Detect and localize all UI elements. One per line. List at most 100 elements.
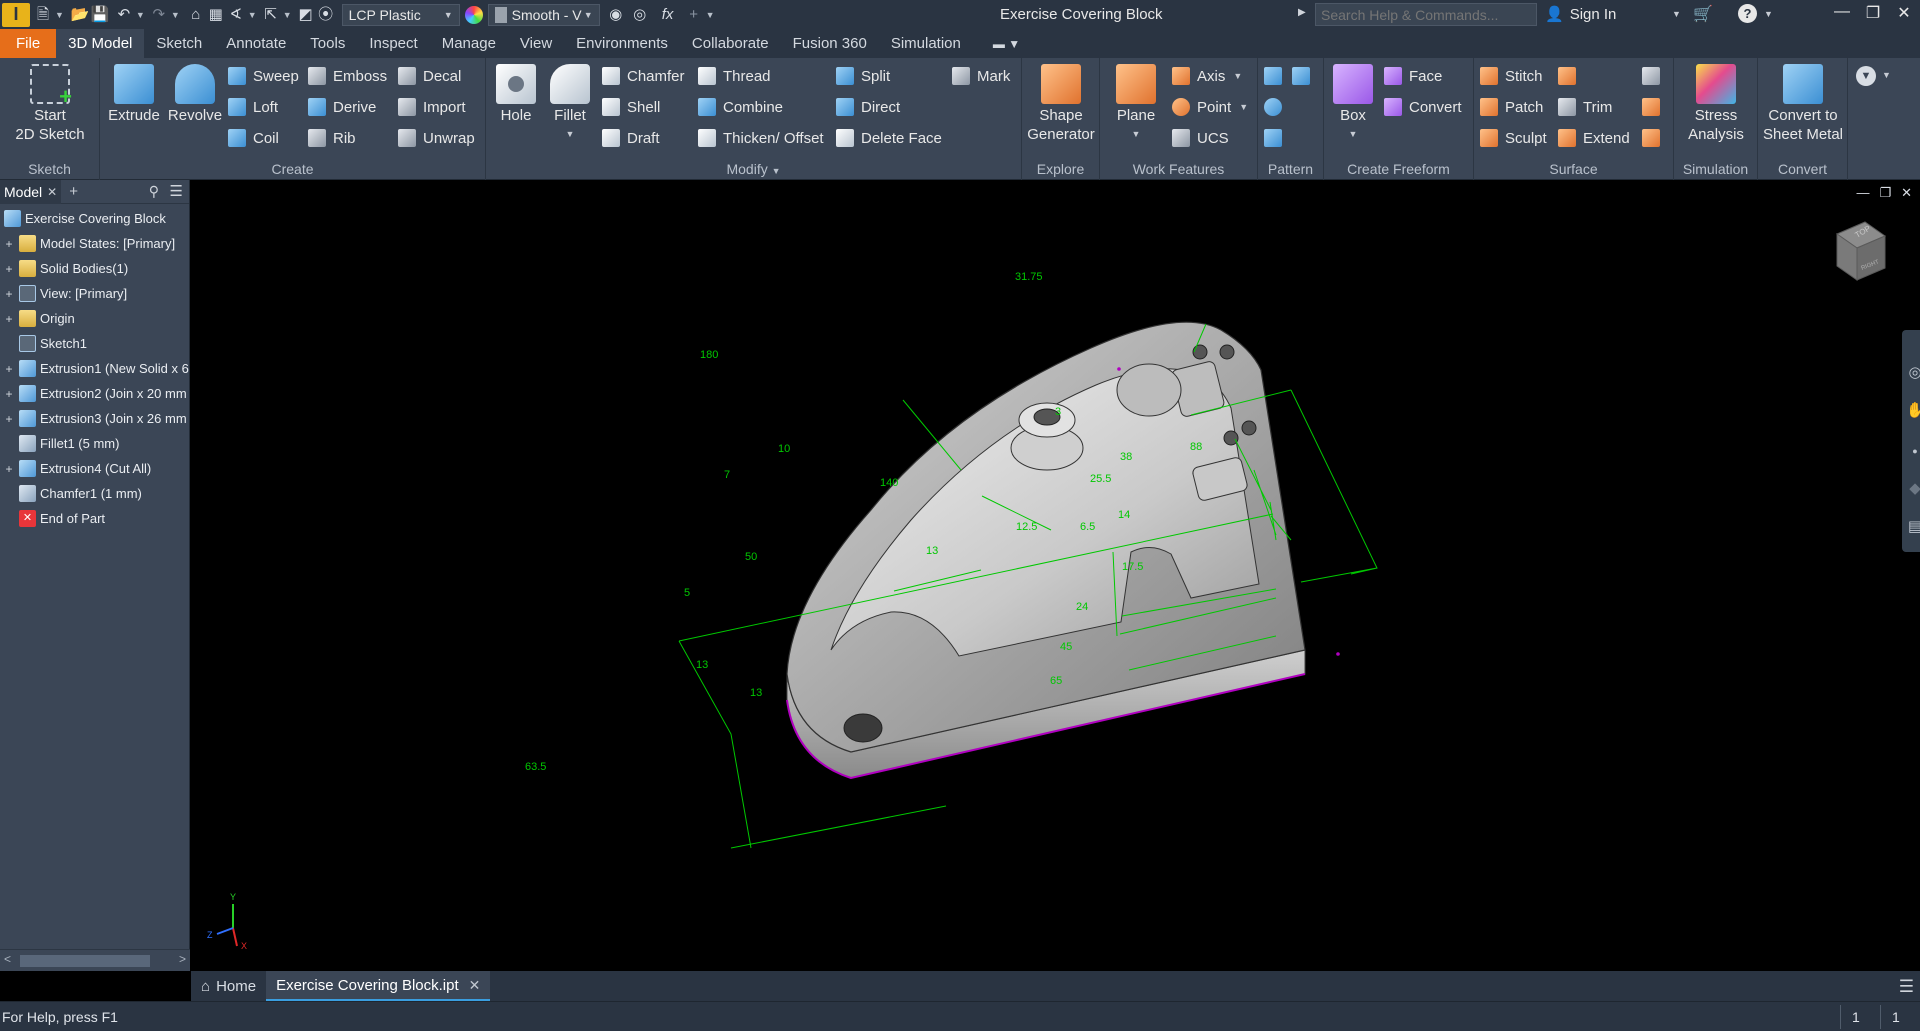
view-cube[interactable]: TOP RIGHT [1831,220,1889,282]
dimension-label[interactable]: 45 [1060,641,1072,653]
expand-icon[interactable]: + [4,362,14,376]
mirror-button[interactable] [1292,64,1317,88]
chamfer-button[interactable]: Chamfer [602,64,685,88]
customize-dropdown-icon[interactable]: ▼ [706,10,715,20]
menu-icon[interactable]: ☰ [170,182,183,200]
dimension-label[interactable]: 24 [1076,601,1088,613]
tree-item[interactable]: + Extrusion4 (Cut All) [0,456,190,481]
help-icon[interactable]: ? [1738,4,1757,23]
dimension-label[interactable]: 38 [1120,451,1132,463]
delete-face-button[interactable]: Delete Face [836,126,942,150]
tree-item[interactable]: + View: [Primary] [0,281,190,306]
measure-dropdown-icon[interactable]: ▼ [248,10,257,20]
split-button[interactable]: Split [836,64,890,88]
tab-sketch[interactable]: Sketch [144,29,214,58]
dimension-label[interactable]: 14 [1118,509,1130,521]
pan-hand-icon[interactable]: ✋ [1906,402,1920,420]
fillet-dropdown-icon[interactable]: ▼ [544,125,596,144]
tab-inspect[interactable]: Inspect [357,29,429,58]
revolve-button[interactable]: Revolve [164,64,226,125]
tab-manage[interactable]: Manage [430,29,508,58]
plane-dropdown-icon[interactable]: ▼ [1108,125,1164,144]
emboss-button[interactable]: Emboss [308,64,387,88]
tab-fusion-360[interactable]: Fusion 360 [781,29,879,58]
dimension-label[interactable]: 31.75 [1015,271,1043,283]
trim-button[interactable]: Trim [1558,95,1612,119]
dimension-label[interactable]: 13 [926,545,938,557]
decal-button[interactable]: Decal [398,64,461,88]
expand-icon[interactable]: + [4,387,14,401]
sign-in-dropdown-icon[interactable]: ▼ [1672,9,1681,19]
search-input[interactable] [1315,3,1537,26]
patch-button[interactable]: Patch [1480,95,1543,119]
tree-item[interactable]: + Model States: [Primary] [0,231,190,256]
adjust-appearance-icon[interactable]: ◉ [606,5,626,25]
start-2d-sketch-button[interactable]: + Start 2D Sketch [6,64,94,144]
zoom-icon[interactable]: ● [1906,442,1920,460]
fillet-button[interactable]: Fillet ▼ [544,64,596,144]
extrude-button[interactable]: Extrude [106,64,162,125]
tree-item[interactable]: ✕ End of Part [0,506,190,531]
import-button[interactable]: Import [398,95,466,119]
ribbon-options-dropdown-icon[interactable]: ▼ [1882,70,1891,80]
close-window-button[interactable]: ✕ [1890,3,1918,25]
undo-icon[interactable]: ↶ [114,5,134,25]
redo-icon[interactable]: ↷ [149,5,169,25]
tree-item[interactable]: Chamfer1 (1 mm) [0,481,190,506]
circular-pattern-button[interactable] [1264,95,1289,119]
document-tabs-menu-icon[interactable]: ☰ [1899,977,1914,997]
select-icon[interactable]: ⇱ [261,5,281,25]
dimension-label[interactable]: 7 [724,469,730,481]
thicken-offset-button[interactable]: Thicken/ Offset [698,126,824,150]
plane-button[interactable]: Plane ▼ [1108,64,1164,144]
dimension-label[interactable]: 180 [700,349,718,361]
convert-freeform-button[interactable]: Convert [1384,95,1462,119]
minimize-button[interactable]: — [1828,3,1856,25]
tree-item[interactable]: + Extrusion3 (Join x 26 mm [0,406,190,431]
tree-item[interactable]: Fillet1 (5 mm) [0,431,190,456]
scrollbar-thumb[interactable] [20,955,150,967]
scroll-right-icon[interactable]: > [179,952,186,966]
direct-button[interactable]: Direct [836,95,900,119]
material-select[interactable]: LCP Plastic ▼ [341,3,460,26]
face-button[interactable]: Face [1384,64,1442,88]
dimension-label[interactable]: 13 [750,687,762,699]
undo-dropdown-icon[interactable]: ▼ [136,10,145,20]
app-logo-icon[interactable]: I [2,2,30,27]
clear-appearance-icon[interactable]: ◎ [630,5,650,25]
browser-horizontal-scrollbar[interactable]: < > [0,949,190,971]
tab-collaborate[interactable]: Collaborate [680,29,781,58]
rib-button[interactable]: Rib [308,126,356,150]
dimension-label[interactable]: 13 [696,659,708,671]
new-dropdown-icon[interactable]: ▼ [55,10,64,20]
ucs-button[interactable]: UCS [1172,126,1229,150]
face-draft-button[interactable] [1642,126,1667,150]
home-icon[interactable]: ⌂ [186,5,206,25]
parameters-fx-icon[interactable]: fx [658,5,678,25]
sweep-button[interactable]: Sweep [228,64,299,88]
thread-button[interactable]: Thread [698,64,771,88]
fit-mesh-face-button[interactable] [1642,95,1667,119]
dimension-label[interactable]: 25.5 [1090,473,1111,485]
new-file-icon[interactable]: 🗎 [33,5,53,25]
tree-item[interactable]: + Extrusion1 (New Solid x 6 [0,356,190,381]
dimension-label[interactable]: 63.5 [525,761,546,773]
cart-icon[interactable]: 🛒 [1693,4,1713,24]
tab-environments[interactable]: Environments [564,29,680,58]
shape-generator-button[interactable]: Shape Generator [1026,64,1096,144]
coil-button[interactable]: Coil [228,126,279,150]
tree-item[interactable]: Exercise Covering Block [0,206,190,231]
part-model-view[interactable]: 31.75 180 10 140 50 5 13 13 63.5 88 38 25.5 14 17.5 24… [191,180,1920,971]
open-folder-icon[interactable]: 📂 [70,5,90,25]
close-icon[interactable]: ✕ [47,185,57,199]
document-tab[interactable]: Exercise Covering Block.ipt ✕ [266,971,491,1001]
expand-icon[interactable]: + [4,462,14,476]
expand-icon[interactable]: + [4,312,14,326]
close-document-icon[interactable]: ✕ [469,977,481,994]
derive-button[interactable]: Derive [308,95,376,119]
point-button[interactable]: Point ▼ [1172,95,1248,119]
dimension-label[interactable]: 10 [778,443,790,455]
scroll-left-icon[interactable]: < [4,952,11,966]
sign-in-button[interactable]: 👤 Sign In [1545,5,1616,24]
dimension-label[interactable]: 3 [1055,406,1061,418]
